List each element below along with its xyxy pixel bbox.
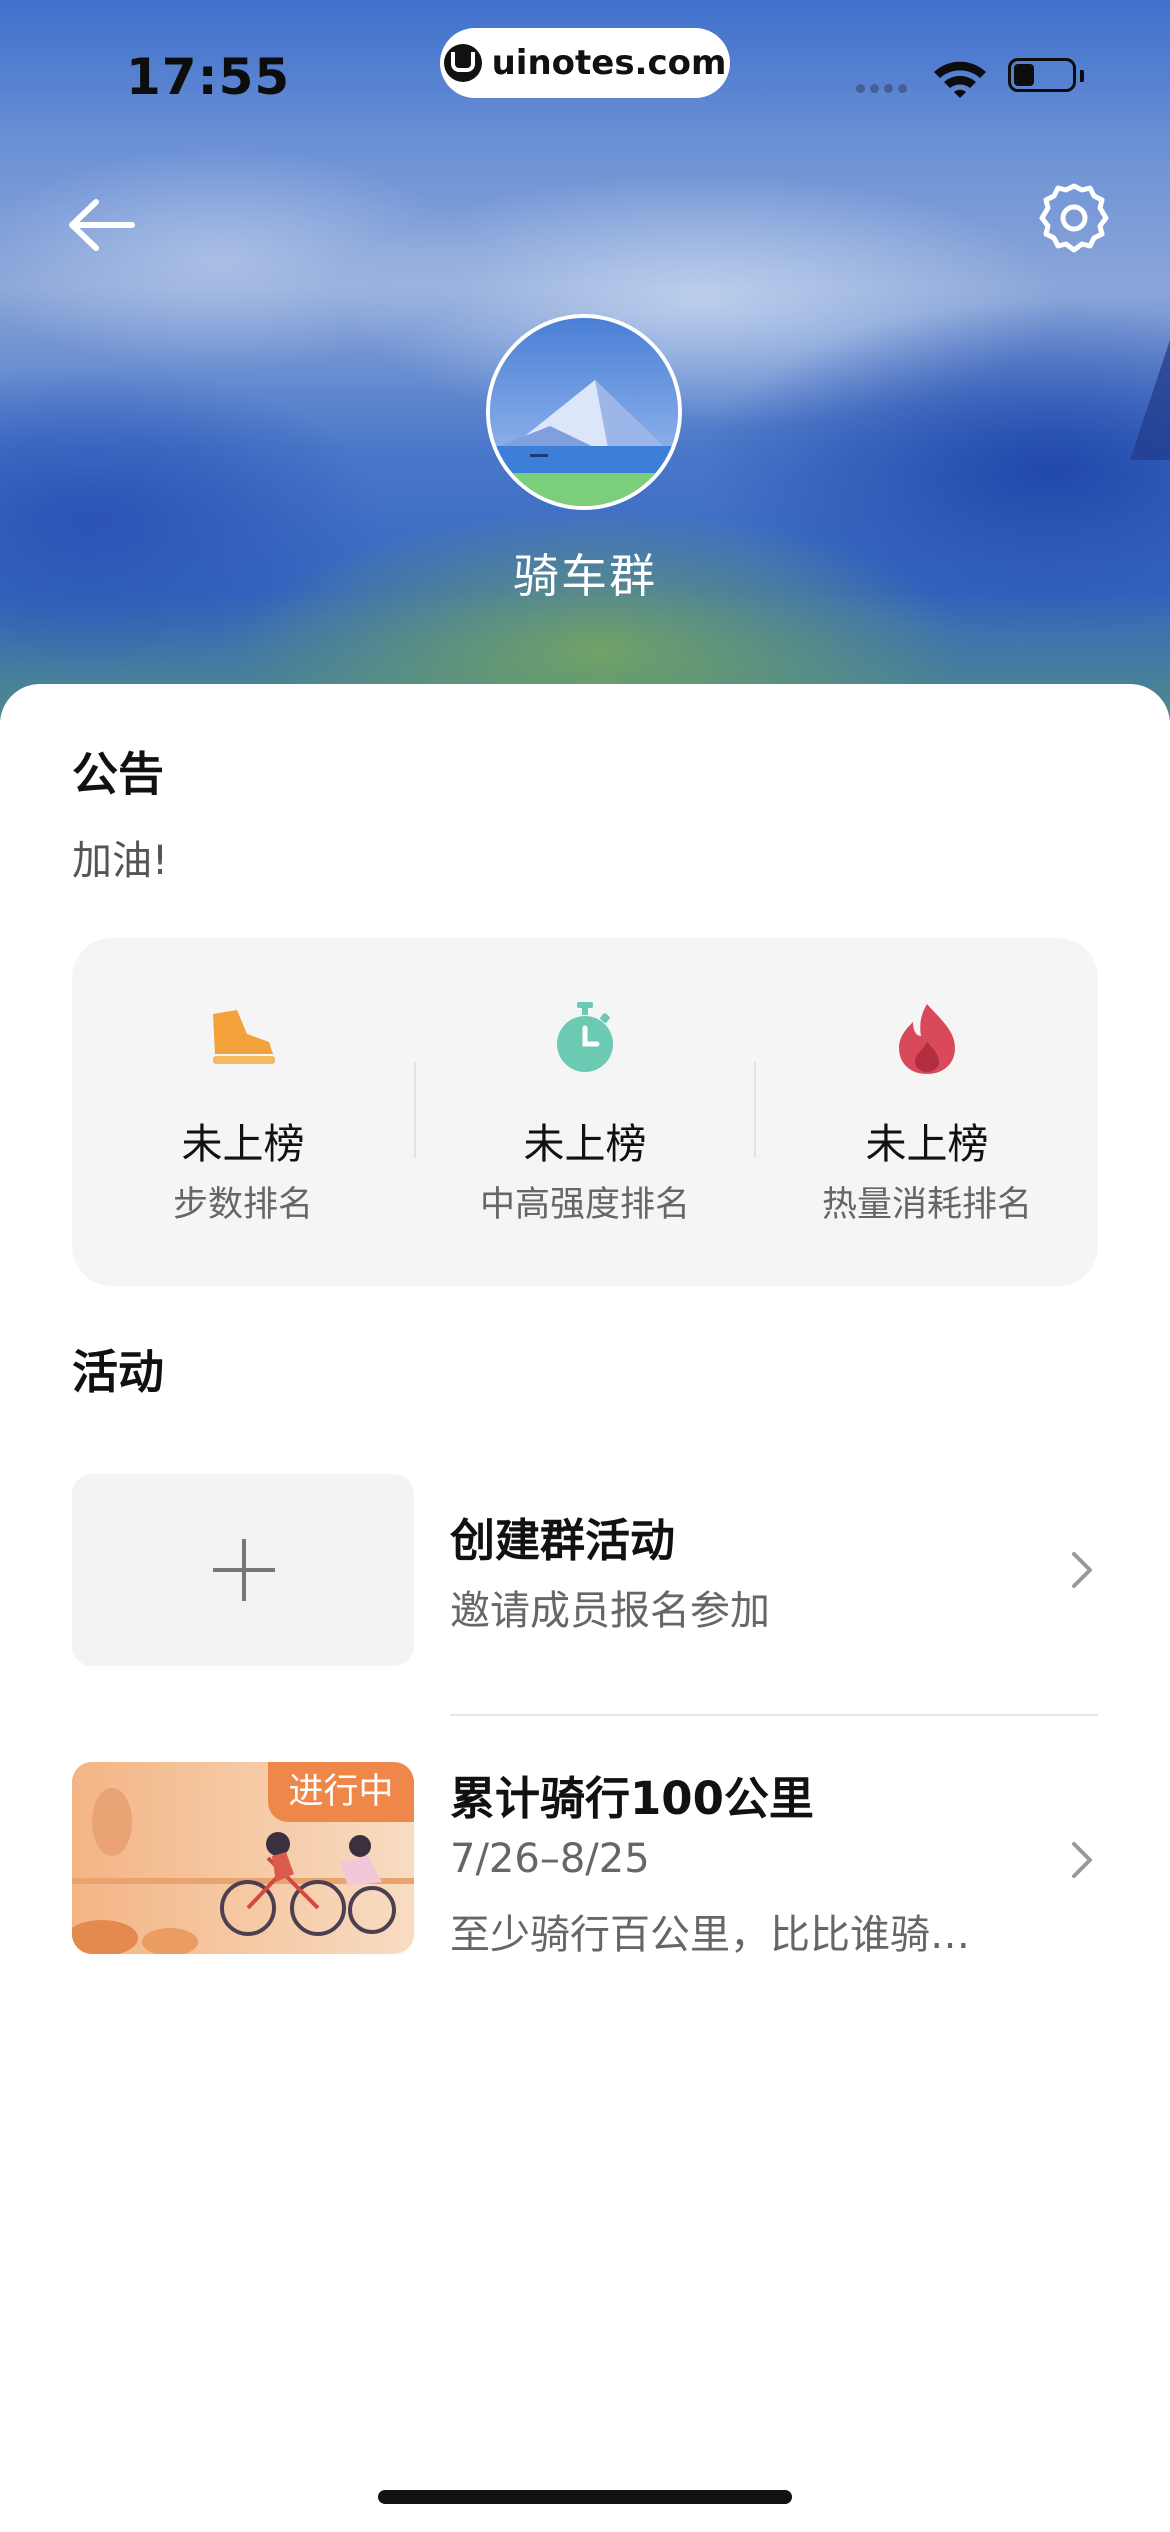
- battery-icon: [1008, 58, 1084, 96]
- ranking-label: 步数排名: [172, 1185, 313, 1225]
- stopwatch-icon: [557, 1002, 613, 1072]
- plus-icon: [72, 1474, 414, 1666]
- arrow-left-icon[interactable]: [62, 190, 142, 260]
- ranking-intensity[interactable]: 未上榜 中高强度排名: [414, 938, 756, 1286]
- activity-item[interactable]: 进行中 累计骑行100公里 7/26–8/25 至少骑行百公里，比比谁骑…: [72, 1762, 1098, 1958]
- group-name: 骑车群: [513, 549, 657, 603]
- chevron-right-icon: [1072, 1842, 1092, 1878]
- url-pill[interactable]: uinotes.com: [440, 28, 730, 98]
- ranking-label: 中高强度排名: [479, 1185, 690, 1225]
- shoe-icon: [213, 1010, 275, 1064]
- group-avatar[interactable]: [486, 314, 682, 510]
- ranking-status: 未上榜: [865, 1120, 989, 1168]
- ranking-label: 热量消耗排名: [821, 1185, 1032, 1225]
- signal-icon: [856, 84, 907, 93]
- notice-title: 公告: [72, 747, 164, 801]
- url-text: uinotes.com: [491, 43, 727, 83]
- create-activity-subtitle: 邀请成员报名参加: [450, 1588, 770, 1634]
- ranking-status: 未上榜: [181, 1120, 305, 1168]
- activity-title: 累计骑行100公里: [450, 1772, 814, 1825]
- site-logo-icon: [443, 44, 482, 82]
- status-time: 17:55: [126, 48, 291, 106]
- activity-description: 至少骑行百公里，比比谁骑…: [450, 1912, 970, 1958]
- activity-date: 7/26–8/25: [450, 1836, 650, 1882]
- ranking-calories[interactable]: 未上榜 热量消耗排名: [756, 938, 1098, 1286]
- ranking-panel: 未上榜 步数排名 未上榜 中高强度排名 未上榜 热量消耗排名: [72, 938, 1098, 1286]
- divider: [450, 1714, 1098, 1716]
- activities-title: 活动: [72, 1345, 164, 1399]
- status-badge: 进行中: [268, 1762, 414, 1822]
- home-indicator[interactable]: [378, 2490, 792, 2504]
- flame-icon: [899, 1004, 955, 1074]
- notice-text: 加油!: [72, 838, 169, 884]
- header-decoration: [1130, 340, 1170, 460]
- ranking-status: 未上榜: [523, 1120, 647, 1168]
- activity-thumbnail: 进行中: [72, 1762, 414, 1954]
- wifi-icon: [934, 61, 986, 98]
- ranking-steps[interactable]: 未上榜 步数排名: [72, 938, 414, 1286]
- create-activity-title: 创建群活动: [450, 1514, 676, 1567]
- create-activity-row[interactable]: 创建群活动 邀请成员报名参加: [72, 1474, 1098, 1670]
- gear-icon[interactable]: [1036, 180, 1112, 256]
- chevron-right-icon: [1072, 1552, 1092, 1588]
